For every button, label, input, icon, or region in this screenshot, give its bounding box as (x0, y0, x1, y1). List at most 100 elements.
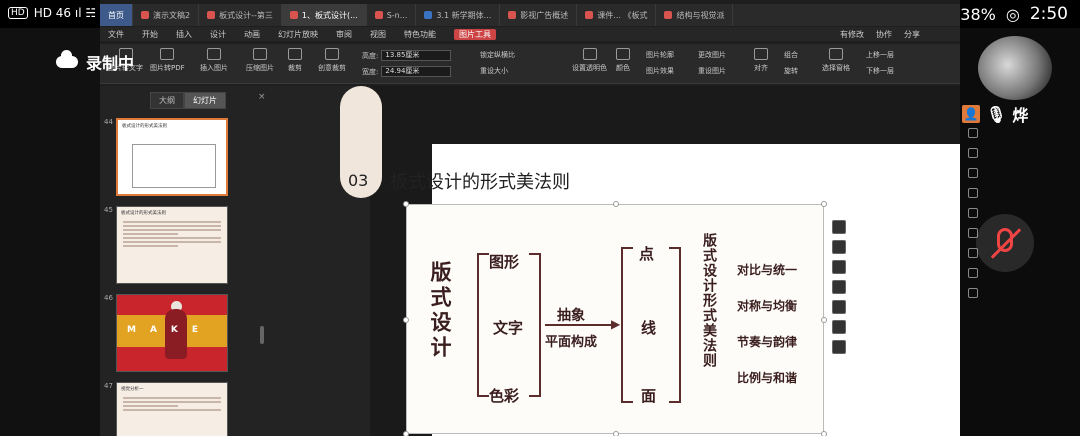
width-field: 宽度: 24.94厘米 (362, 66, 452, 77)
menu-slideshow[interactable]: 幻灯片放映 (278, 29, 318, 40)
lock-ratio-checkbox[interactable]: 锁定纵横比 (480, 50, 515, 60)
recording-indicator: 录制中 (56, 50, 134, 74)
picture-outline-button[interactable]: 图片轮廓 (646, 50, 674, 60)
image-icon (207, 48, 221, 60)
grid-icon[interactable] (832, 260, 846, 274)
creative-crop-button[interactable]: 创意裁剪 (318, 48, 346, 73)
change-picture-button[interactable]: 更改图片 (698, 50, 726, 60)
resize-handle[interactable] (613, 431, 619, 436)
layout-rules-diagram[interactable]: 版式设计 图形 文字 色彩 抽象 ▶ 平面构成 点 线 面 版式设计形式美法则 … (403, 201, 827, 436)
tab-doc-active[interactable]: 1、板式设计(... (281, 4, 367, 26)
speaker-indicator: 👤 🎙 烨 (962, 102, 1028, 126)
picture-icon[interactable] (968, 288, 978, 298)
crop-icon[interactable] (832, 280, 846, 294)
menu-file[interactable]: 文件 (108, 29, 124, 40)
panel-scrollbar[interactable] (260, 326, 264, 344)
modified-indicator[interactable]: 有修改 (840, 29, 864, 40)
tab-doc[interactable]: 3.1 新学期体... (416, 4, 501, 26)
resize-handle[interactable] (613, 201, 619, 207)
color-button[interactable]: 颜色 (616, 48, 630, 73)
filter-icon[interactable] (832, 320, 846, 334)
resize-handle[interactable] (821, 431, 827, 436)
menu-design[interactable]: 设计 (210, 29, 226, 40)
menu-picture-tools[interactable]: 图片工具 (454, 28, 496, 40)
send-backward-button[interactable]: 下移一层 (866, 66, 894, 76)
slide-title[interactable]: 板式设计的形式美法则 (390, 168, 570, 194)
menu-view[interactable]: 视图 (370, 29, 386, 40)
reset-size-button[interactable]: 重设大小 (480, 66, 508, 76)
target-icon[interactable] (968, 188, 978, 198)
slide-thumbnail[interactable]: 板式设计的形式美法则 (116, 118, 228, 196)
creative-crop-icon (325, 48, 339, 60)
tab-doc[interactable]: 影视广告概述 (500, 4, 578, 26)
mute-button[interactable] (976, 214, 1034, 272)
menu-home[interactable]: 开始 (142, 29, 158, 40)
share-button[interactable]: 分享 (904, 29, 920, 40)
menu-review[interactable]: 审阅 (336, 29, 352, 40)
copy-icon[interactable] (968, 208, 978, 218)
menu-insert[interactable]: 插入 (176, 29, 192, 40)
clock: 2:50 (1029, 4, 1068, 24)
thumb-title: 板式设计的形式美法则 (121, 211, 166, 216)
participant-avatar[interactable] (978, 36, 1052, 100)
slide-thumbnail[interactable]: 视觉分析一 (116, 382, 228, 436)
slide-thumbnail[interactable]: MAKE (116, 294, 228, 372)
picture-effect-button[interactable]: 图片效果 (646, 66, 674, 76)
tab-outline[interactable]: 大纲 (150, 92, 184, 109)
tab-doc[interactable]: 演示文稿2 (133, 4, 200, 26)
bring-forward-button[interactable]: 上移一层 (866, 50, 894, 60)
ppt-icon (289, 11, 298, 19)
right-bracket (529, 253, 541, 397)
tab-doc[interactable]: 结构与视觉派 (656, 4, 734, 26)
group-button[interactable]: 组合 (784, 50, 798, 60)
clock-icon[interactable] (968, 268, 978, 278)
menu-right: 有修改 协作 分享 (840, 29, 960, 40)
resize-handle[interactable] (821, 201, 827, 207)
zoom-icon[interactable] (832, 240, 846, 254)
layers-icon[interactable] (832, 220, 846, 234)
ppt-icon (141, 11, 149, 19)
tab-slides[interactable]: 幻灯片 (184, 92, 226, 109)
pdf-icon (160, 48, 175, 60)
width-input[interactable]: 24.94厘米 (381, 66, 452, 77)
shape-icon[interactable] (968, 148, 978, 158)
element-color: 色彩 (489, 387, 520, 405)
transparent-color-button[interactable]: 设置透明色 (572, 48, 607, 73)
pointer-icon[interactable] (968, 128, 978, 138)
close-icon[interactable]: × (258, 92, 266, 102)
tab-doc[interactable]: S-n... (367, 4, 417, 26)
rule-item: 对称与均衡 (737, 299, 798, 313)
menu-special[interactable]: 特色功能 (404, 29, 436, 40)
compress-picture-button[interactable]: 压缩图片 (246, 48, 274, 73)
arrow-right-icon: ▶ (611, 317, 621, 331)
tab-doc[interactable]: 板式设计--第三 (199, 4, 282, 26)
rule-item: 比例与和谐 (737, 371, 798, 385)
menu-animation[interactable]: 动画 (244, 29, 260, 40)
resize-handle[interactable] (403, 317, 409, 323)
basic-line: 线 (641, 319, 657, 337)
resize-handle[interactable] (403, 201, 409, 207)
tab-home[interactable]: 首页 (100, 4, 133, 26)
document-tabs: 首页 演示文稿2 板式设计--第三 1、板式设计(... S-n... 3.1 … (100, 4, 960, 26)
ppt-icon (374, 11, 383, 19)
basic-plane: 面 (641, 387, 657, 405)
pic-to-pdf-button[interactable]: 图片转PDF (150, 48, 185, 73)
arrow-line (545, 324, 615, 326)
resize-handle[interactable] (403, 431, 409, 436)
rotate-button[interactable]: 旋转 (784, 66, 798, 76)
height-input[interactable]: 13.85厘米 (381, 50, 452, 61)
chart-icon[interactable] (968, 168, 978, 178)
wifi-icon: ◎ (1005, 4, 1020, 24)
selection-pane-button[interactable]: 选择窗格 (822, 48, 850, 73)
align-button[interactable]: 对齐 (754, 48, 768, 73)
slide-thumbnail[interactable]: 板式设计的形式美法则 (116, 206, 228, 284)
crop-button[interactable]: 裁剪 (288, 48, 302, 73)
save-icon[interactable] (832, 340, 846, 354)
reset-picture-button[interactable]: 重设图片 (698, 66, 726, 76)
brush-icon[interactable] (832, 300, 846, 314)
participant-name: 烨 (1012, 106, 1029, 125)
tab-doc[interactable]: 课件... 《板式 (577, 4, 657, 26)
insert-picture-button[interactable]: 插入图片 (200, 48, 228, 73)
resize-handle[interactable] (821, 317, 827, 323)
collaborate-button[interactable]: 协作 (876, 29, 892, 40)
